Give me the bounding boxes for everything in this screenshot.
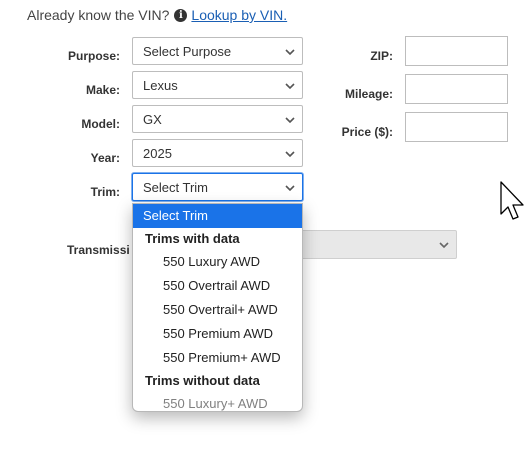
chevron-down-icon <box>285 83 295 90</box>
chevron-down-icon <box>439 242 449 249</box>
make-label: Make: <box>85 83 120 97</box>
model-select-value: GX <box>143 111 162 127</box>
transmission-select[interactable] <box>300 230 457 259</box>
purpose-select-value: Select Purpose <box>143 43 232 59</box>
chevron-down-icon <box>285 117 295 124</box>
mileage-label: Mileage: <box>344 87 393 101</box>
trim-option-selected[interactable]: Select Trim <box>133 204 302 228</box>
price-label: Price ($): <box>341 125 393 139</box>
trim-option[interactable]: 550 Premium AWD <box>133 322 302 346</box>
chevron-down-icon <box>285 185 295 192</box>
trim-option[interactable]: 550 Luxury AWD <box>133 250 302 274</box>
model-label: Model: <box>81 117 120 131</box>
purpose-label: Purpose: <box>67 49 120 63</box>
mouse-pointer-icon <box>500 181 524 220</box>
vehicle-form-page: Already know the VIN? i Lookup by VIN. P… <box>0 0 526 460</box>
year-select[interactable]: 2025 <box>132 139 303 167</box>
trim-option[interactable]: 550 Overtrail+ AWD <box>133 298 302 322</box>
mileage-input[interactable] <box>405 74 508 104</box>
trim-label: Trim: <box>90 185 120 199</box>
trim-option[interactable]: 550 Premium+ AWD <box>133 346 302 370</box>
trim-group-with-data: Trims with data <box>145 231 240 246</box>
trim-select[interactable]: Select Trim <box>132 173 303 201</box>
trim-dropdown-list: Select Trim Trims with data 550 Luxury A… <box>132 203 303 412</box>
chevron-down-icon <box>285 151 295 158</box>
trim-option-disabled: 550 Luxury+ AWD <box>163 396 268 411</box>
model-select[interactable]: GX <box>132 105 303 133</box>
info-circle-icon: i <box>174 8 188 22</box>
year-label: Year: <box>90 151 120 165</box>
make-select-value: Lexus <box>143 77 178 93</box>
trim-option[interactable]: 550 Overtrail AWD <box>133 274 302 298</box>
chevron-down-icon <box>285 49 295 56</box>
transmission-label: Transmissi <box>67 243 130 257</box>
trim-group-without-data: Trims without data <box>145 373 260 388</box>
zip-input[interactable] <box>405 36 508 66</box>
vin-lookup-link[interactable]: Lookup by VIN. <box>191 7 287 23</box>
purpose-select[interactable]: Select Purpose <box>132 37 303 65</box>
year-select-value: 2025 <box>143 145 172 161</box>
price-input[interactable] <box>405 112 508 142</box>
zip-label: ZIP: <box>370 49 393 63</box>
vin-prompt: Already know the VIN? <box>27 7 170 23</box>
vin-lookup-row: Already know the VIN? i Lookup by VIN. <box>27 7 287 23</box>
make-select[interactable]: Lexus <box>132 71 303 99</box>
trim-select-value: Select Trim <box>143 179 209 195</box>
